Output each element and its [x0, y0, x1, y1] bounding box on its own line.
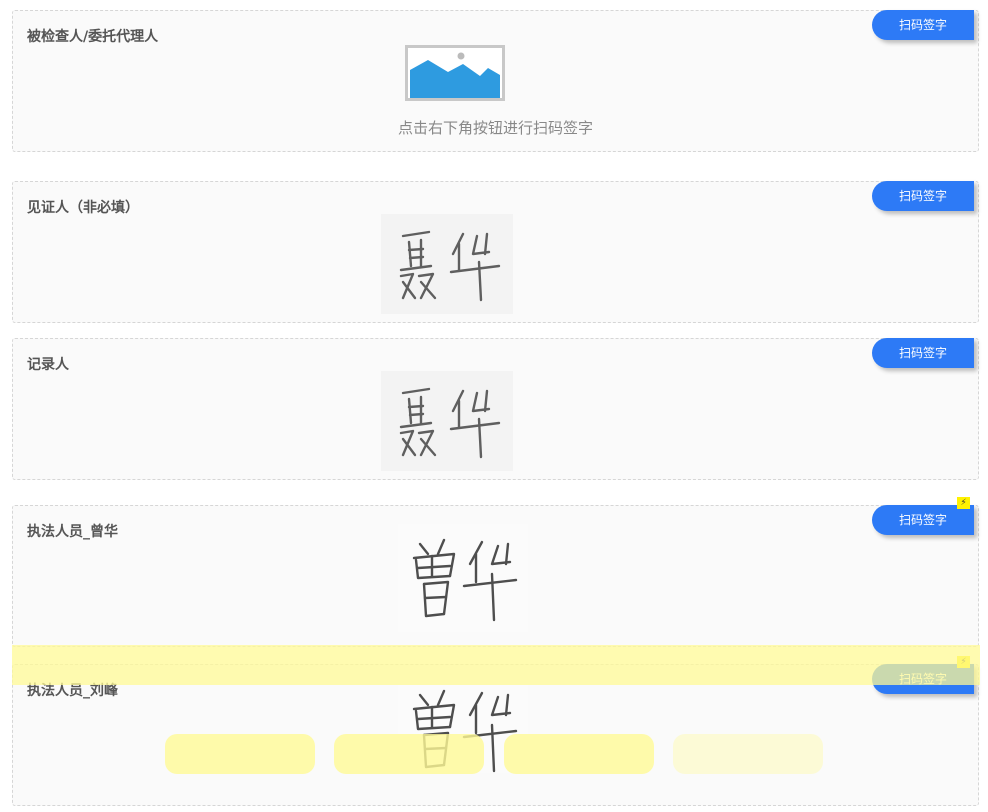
image-placeholder-icon	[405, 45, 505, 101]
scan-sign-button[interactable]: 扫码签字	[872, 505, 974, 535]
section-title: 见证人（非必填）	[27, 200, 139, 216]
sign-hint-text: 点击右下角按钮进行扫码签字	[397, 119, 593, 137]
highlight-overlay	[673, 734, 823, 774]
signature-image	[381, 214, 513, 314]
section-title: 执法人员_曾华	[27, 524, 118, 540]
scan-sign-button[interactable]: 扫码签字	[872, 181, 974, 211]
scan-sign-button[interactable]: 扫码签字	[872, 338, 974, 368]
highlight-overlay	[165, 734, 315, 774]
highlight-overlay	[334, 734, 484, 774]
highlight-overlay	[12, 645, 980, 685]
signer-section-witness: 见证人（非必填） 扫码签字	[12, 181, 979, 323]
lightning-bolt-icon: ⚡	[957, 497, 970, 509]
scan-sign-button[interactable]: 扫码签字	[872, 10, 974, 40]
signer-section-officer-zenghua: 执法人员_曾华 扫码签字 ⚡	[12, 497, 979, 647]
highlight-overlay	[504, 734, 654, 774]
signature-image	[381, 371, 513, 471]
signature-image	[398, 524, 528, 632]
section-title: 被检查人/委托代理人	[27, 29, 159, 45]
section-title: 记录人	[27, 357, 69, 373]
signer-section-recorder: 记录人 扫码签字	[12, 338, 979, 480]
signer-section-officer-liufeng: 执法人员_刘峰 扫码签字 ⚡	[12, 656, 979, 806]
signer-section-inspected-party: 被检查人/委托代理人 扫码签字 点击右下角按钮进行扫码签字	[12, 10, 979, 152]
